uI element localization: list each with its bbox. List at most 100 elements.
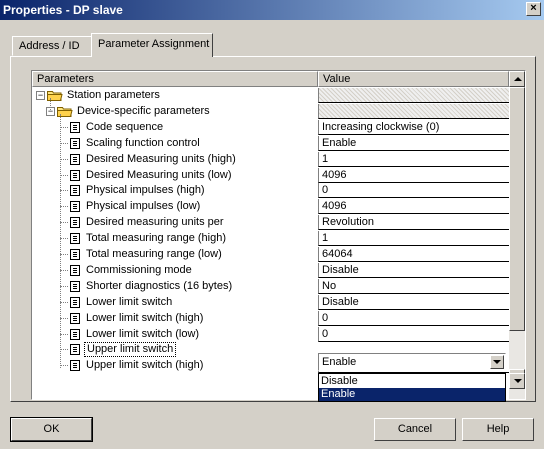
parameter-icon: [70, 297, 80, 308]
title-bar[interactable]: Properties - DP slave ×: [0, 0, 544, 20]
table-row[interactable]: Lower limit switch Disable: [32, 295, 509, 310]
tab-address-id-label: Address / ID: [19, 40, 80, 52]
parameter-icon: [70, 313, 80, 324]
arrow-down-icon: [514, 379, 522, 383]
parameter-value[interactable]: Revolution: [318, 215, 509, 230]
parameter-icon: [70, 217, 80, 228]
scrollbar-thumb[interactable]: [509, 87, 525, 331]
parameter-name: Total measuring range (low): [86, 248, 222, 260]
parameter-name: Scaling function control: [86, 137, 200, 149]
parameter-name: Code sequence: [86, 121, 164, 133]
help-button-label: Help: [486, 423, 510, 435]
arrow-up-icon: [514, 77, 522, 81]
parameter-name: Upper limit switch (high): [86, 359, 204, 371]
table-row[interactable]: Shorter diagnostics (16 bytes) No: [32, 279, 509, 294]
parameter-value[interactable]: 1: [318, 231, 509, 246]
scroll-up-button[interactable]: [509, 71, 525, 87]
parameter-icon: [70, 154, 80, 165]
table-row[interactable]: Commissioning mode Disable: [32, 263, 509, 278]
parameter-name: Device-specific parameters: [77, 105, 210, 117]
tree-connector: [60, 127, 68, 128]
parameter-icon: [70, 329, 80, 340]
properties-dialog: Properties - DP slave × Address / ID Par…: [0, 0, 544, 449]
table-row[interactable]: Desired Measuring units (low) 4096: [32, 168, 509, 183]
parameter-value[interactable]: Disable: [318, 295, 509, 310]
close-icon: ×: [530, 2, 537, 14]
parameter-icon: [70, 122, 80, 133]
close-button[interactable]: ×: [526, 2, 541, 16]
parameter-name: Desired Measuring units (low): [86, 169, 232, 181]
column-header-value[interactable]: Value: [318, 71, 509, 87]
tree-connector: [60, 254, 68, 255]
parameter-name: Lower limit switch (low): [86, 328, 200, 340]
collapse-icon[interactable]: −: [36, 91, 45, 100]
parameter-icon: [70, 170, 80, 181]
upper-limit-switch-combo[interactable]: Enable: [318, 353, 506, 371]
parameter-name: Station parameters: [67, 89, 160, 101]
parameter-value[interactable]: 4096: [318, 168, 509, 183]
tree-connector: [60, 222, 68, 223]
parameter-name: Lower limit switch: [86, 296, 173, 308]
ok-button-label: OK: [43, 423, 60, 435]
tree-connector: [60, 349, 68, 350]
tree-connector: [60, 190, 68, 191]
table-row[interactable]: − Device-specific parameters: [32, 104, 509, 119]
parameter-name: Physical impulses (high): [86, 184, 205, 196]
combo-selected-value: Enable: [322, 356, 357, 368]
parameter-icon: [70, 138, 80, 149]
tab-parameter-assignment[interactable]: Parameter Assignment: [91, 33, 213, 57]
tab-address-id[interactable]: Address / ID: [12, 36, 92, 56]
combo-dropdown-list: Disable Enable: [318, 373, 506, 402]
tree-connector: [60, 159, 68, 160]
table-row[interactable]: Lower limit switch (high) 0: [32, 311, 509, 326]
parameter-value[interactable]: 0: [318, 327, 509, 342]
column-header-parameters[interactable]: Parameters: [32, 71, 318, 87]
parameter-value[interactable]: Enable: [318, 136, 509, 151]
table-row[interactable]: Scaling function control Enable: [32, 136, 509, 151]
parameter-name: Total measuring range (high): [86, 232, 227, 244]
parameter-name: Lower limit switch (high): [86, 312, 204, 324]
outer-scroll-down-button[interactable]: [509, 373, 525, 389]
help-button[interactable]: Help: [462, 418, 534, 441]
table-row[interactable]: Total measuring range (low) 64064: [32, 247, 509, 262]
tree-connector: [60, 365, 68, 366]
parameter-name: Commissioning mode: [86, 264, 192, 276]
ok-button[interactable]: OK: [10, 417, 93, 442]
tree-connector: [60, 206, 68, 207]
table-row[interactable]: Desired Measuring units (high) 1: [32, 152, 509, 167]
tree-connector: [60, 114, 61, 368]
table-row[interactable]: Code sequence Increasing clockwise (0): [32, 120, 509, 135]
combo-dropdown-button[interactable]: [490, 355, 504, 369]
chevron-down-icon: [493, 360, 501, 364]
parameter-value[interactable]: 0: [318, 311, 509, 326]
table-row[interactable]: Total measuring range (high) 1: [32, 231, 509, 246]
parameter-name: Desired Measuring units (high): [86, 153, 236, 165]
cancel-button-label: Cancel: [397, 423, 433, 435]
table-row[interactable]: Lower limit switch (low) 0: [32, 327, 509, 342]
table-row[interactable]: − Station parameters: [32, 88, 509, 103]
parameter-icon: [70, 265, 80, 276]
cancel-button[interactable]: Cancel: [374, 418, 456, 441]
column-header-parameters-label: Parameters: [37, 73, 94, 85]
dropdown-option-disable[interactable]: Disable: [319, 375, 505, 388]
dropdown-option-enable[interactable]: Enable: [319, 388, 505, 401]
parameter-value[interactable]: Disable: [318, 263, 509, 278]
tree-connector: [60, 318, 68, 319]
parameter-name: Physical impulses (low): [86, 200, 201, 212]
grid-vertical-scrollbar[interactable]: [509, 71, 525, 399]
table-row[interactable]: Physical impulses (low) 4096: [32, 199, 509, 214]
parameter-value[interactable]: No: [318, 279, 509, 294]
parameter-icon: [70, 233, 80, 244]
parameter-value[interactable]: 0: [318, 183, 509, 198]
parameter-name: Desired measuring units per: [86, 216, 224, 228]
parameter-value[interactable]: Increasing clockwise (0): [318, 120, 509, 135]
table-row[interactable]: Physical impulses (high) 0: [32, 183, 509, 198]
table-row[interactable]: Desired measuring units per Revolution: [32, 215, 509, 230]
window-title: Properties - DP slave: [3, 3, 123, 17]
parameter-name: Upper limit switch: [84, 342, 177, 357]
parameter-value: [318, 104, 509, 119]
parameter-value[interactable]: 4096: [318, 199, 509, 214]
parameter-value[interactable]: 1: [318, 152, 509, 167]
tree-connector: [60, 286, 68, 287]
parameter-value[interactable]: 64064: [318, 247, 509, 262]
